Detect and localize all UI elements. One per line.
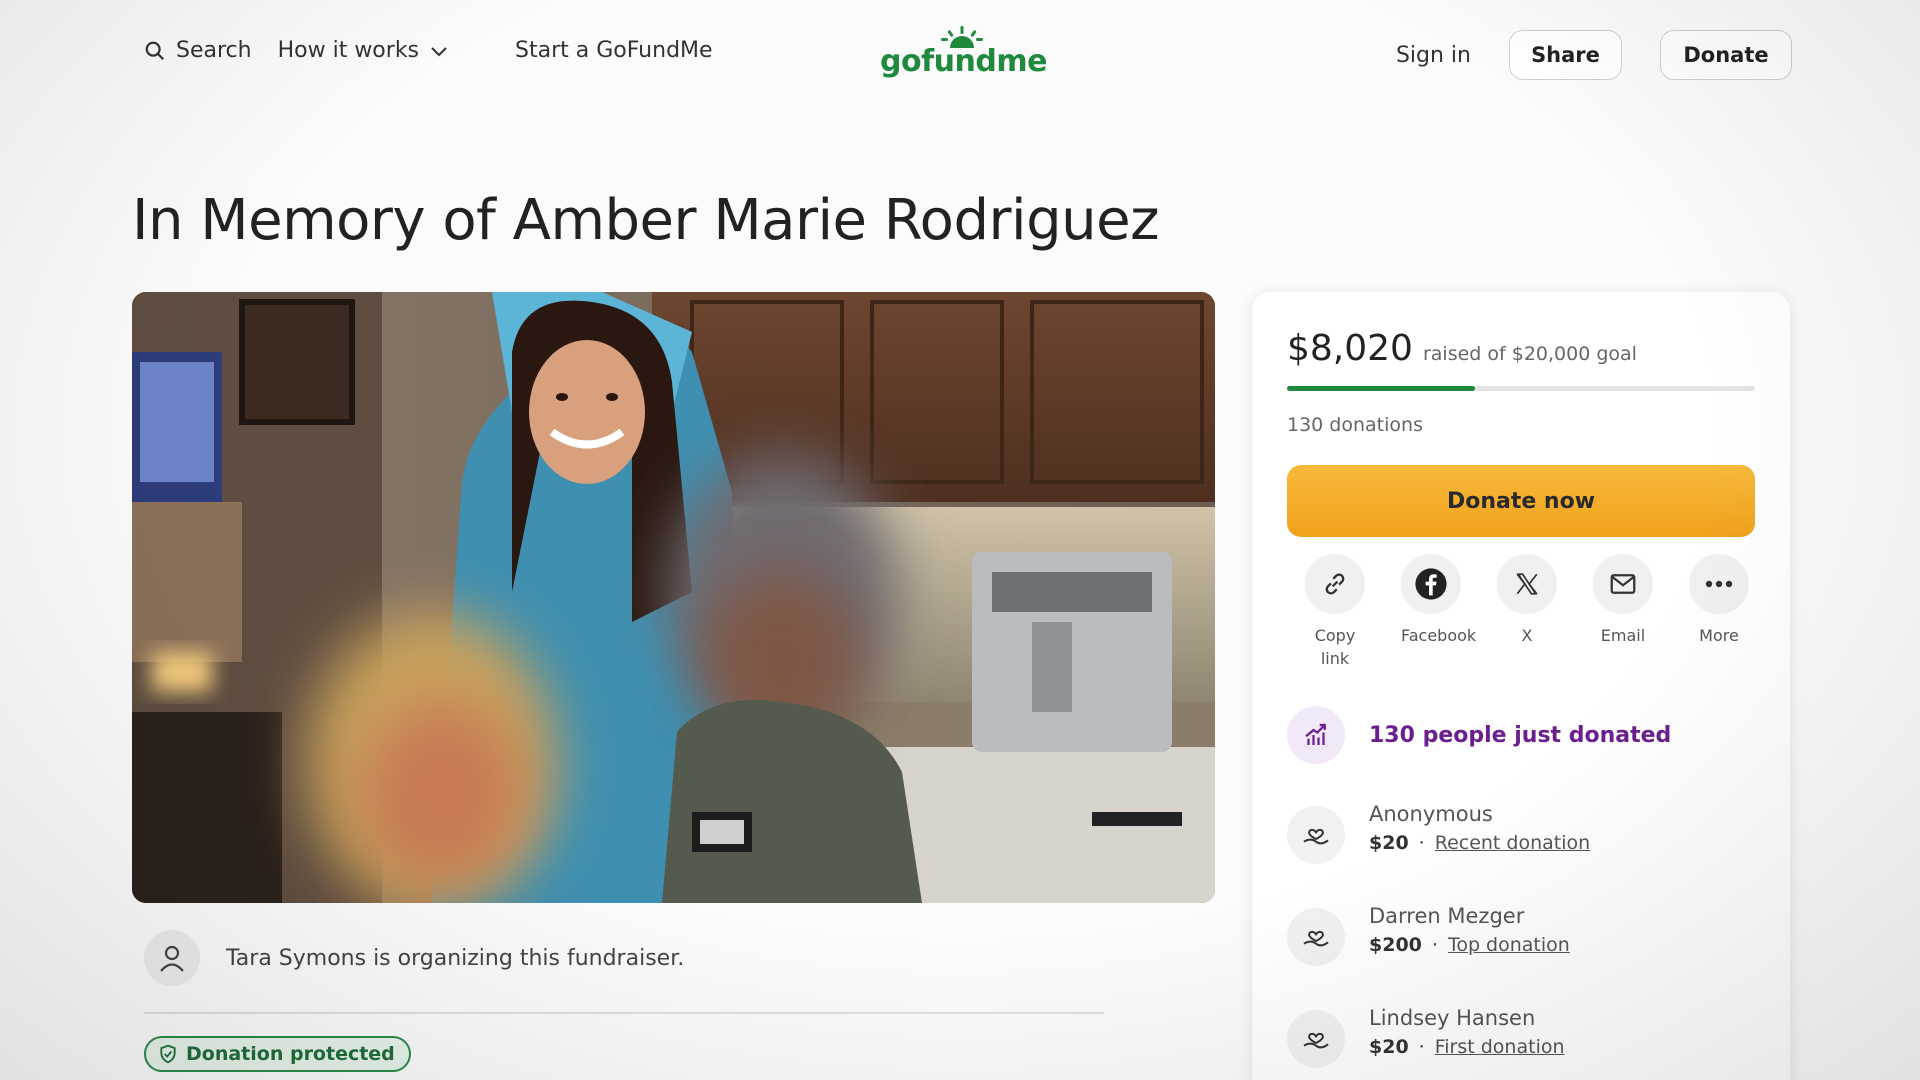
progress-bar	[1287, 386, 1755, 391]
share-label: Copy link	[1314, 626, 1356, 668]
share-icon-circle	[1593, 554, 1653, 614]
organizer-row: Tara Symons is organizing this fundraise…	[144, 930, 684, 986]
just-donated-text: 130 people just donated	[1369, 722, 1672, 748]
how-it-works-menu[interactable]: How it works	[278, 38, 449, 63]
trending-up-icon	[1305, 723, 1326, 745]
email-icon	[1610, 574, 1636, 594]
search-icon	[145, 41, 165, 60]
more-icon	[1705, 580, 1733, 588]
gofundme-logo[interactable]: gofundme	[880, 26, 1047, 86]
donor-icon-circle	[1287, 1010, 1345, 1068]
facebook-icon	[1415, 568, 1447, 600]
share-label: X	[1521, 626, 1533, 645]
divider	[144, 1012, 1104, 1014]
heart-hand-icon	[1303, 1032, 1329, 1049]
donor-item: Lindsey Hansen $20 · First donation	[1287, 1006, 1565, 1068]
nav-left: Search How it works Start a GoFundMe	[144, 38, 713, 63]
share-icon-circle	[1497, 554, 1557, 614]
share-icon-circle	[1689, 554, 1749, 614]
share-copy-link[interactable]: Copy link	[1287, 554, 1383, 670]
share-label: Email	[1600, 626, 1646, 645]
trend-icon-circle	[1287, 706, 1345, 764]
share-x[interactable]: X	[1479, 554, 1575, 670]
donor-amount: $20	[1369, 1036, 1409, 1058]
donation-card: $8,020 raised of $20,000 goal 130 donati…	[1252, 292, 1790, 1080]
organizer-text: Tara Symons is organizing this fundraise…	[226, 945, 685, 971]
share-facebook[interactable]: Facebook	[1383, 554, 1479, 670]
how-it-works-label: How it works	[277, 38, 420, 63]
heart-hand-icon	[1303, 930, 1329, 947]
amount-row: $8,020 raised of $20,000 goal	[1287, 328, 1637, 369]
start-gofundme-link[interactable]: Start a GoFundMe	[515, 38, 713, 63]
shield-icon	[160, 1044, 176, 1064]
donation-protected-badge[interactable]: Donation protected	[144, 1036, 411, 1072]
donation-type-link[interactable]: First donation	[1435, 1036, 1565, 1058]
donor-item: Anonymous $20 · Recent donation	[1287, 802, 1590, 864]
donation-type-link[interactable]: Top donation	[1448, 934, 1570, 956]
donor-icon-circle	[1287, 908, 1345, 966]
separator-dot: ·	[1418, 1036, 1425, 1058]
share-icon-circle	[1401, 554, 1461, 614]
search-label: Search	[176, 38, 252, 63]
share-icon-circle	[1305, 554, 1365, 614]
donations-count: 130 donations	[1287, 414, 1423, 436]
badge-label: Donation protected	[186, 1043, 395, 1065]
header-share-button[interactable]: Share	[1509, 30, 1622, 80]
donor-icon-circle	[1287, 806, 1345, 864]
progress-fill	[1287, 386, 1475, 391]
avatar	[144, 930, 200, 986]
page-title: In Memory of Amber Marie Rodriguez	[132, 188, 1159, 253]
sign-in-link[interactable]: Sign in	[1396, 43, 1471, 68]
link-icon	[1325, 573, 1345, 595]
donor-amount: $20	[1369, 832, 1409, 854]
search-link[interactable]: Search	[144, 38, 252, 63]
share-label: Facebook	[1401, 626, 1477, 645]
share-more[interactable]: More	[1671, 554, 1767, 670]
person-icon	[160, 945, 184, 972]
separator-dot: ·	[1431, 934, 1438, 956]
site-header: Search How it works Start a GoFundMe gof…	[0, 0, 1920, 110]
goal-text: raised of $20,000 goal	[1422, 343, 1637, 365]
donor-amount: $200	[1369, 934, 1422, 956]
separator-dot: ·	[1418, 832, 1425, 854]
donor-name: Anonymous	[1369, 802, 1493, 826]
donor-name: Darren Mezger	[1369, 904, 1525, 928]
chevron-down-icon	[431, 46, 447, 56]
donor-name: Lindsey Hansen	[1369, 1006, 1536, 1030]
share-label: More	[1699, 626, 1739, 645]
fundraiser-photo[interactable]	[132, 292, 1215, 903]
header-donate-button[interactable]: Donate	[1660, 30, 1792, 80]
x-icon	[1516, 573, 1538, 595]
donor-item: Darren Mezger $200 · Top donation	[1287, 904, 1570, 966]
recent-activity[interactable]: 130 people just donated	[1287, 706, 1671, 764]
start-gofundme-label: Start a GoFundMe	[515, 38, 713, 63]
amount-raised: $8,020	[1287, 328, 1413, 369]
heart-hand-icon	[1303, 828, 1329, 845]
logo-text: gofundme	[880, 44, 1047, 79]
nav-right: Sign in Share Donate	[1396, 30, 1792, 80]
donation-type-link[interactable]: Recent donation	[1435, 832, 1590, 854]
photo-illustration	[132, 292, 1215, 903]
share-options: Copy link Facebook X Email More	[1287, 554, 1767, 670]
donate-now-button[interactable]: Donate now	[1287, 465, 1755, 537]
share-email[interactable]: Email	[1575, 554, 1671, 670]
